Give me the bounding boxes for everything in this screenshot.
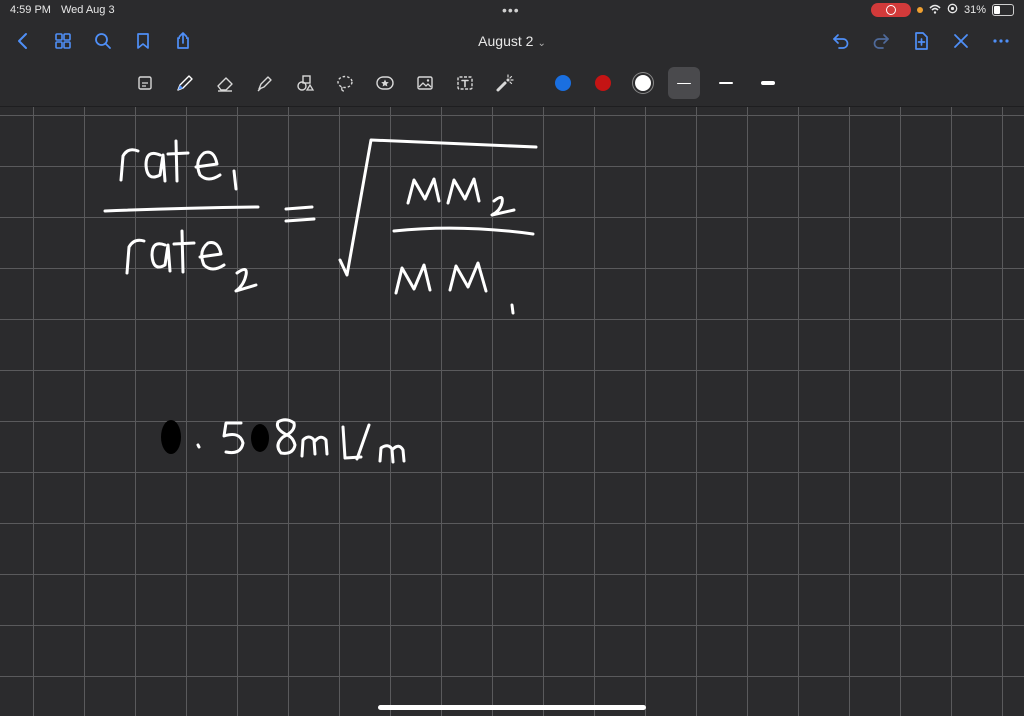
stroke-thin-option[interactable] — [668, 67, 700, 99]
stroke-preview — [677, 82, 691, 84]
handwriting-equals — [284, 205, 316, 223]
battery-level — [994, 6, 1000, 14]
handwriting-value — [161, 418, 406, 464]
battery-percent: 31% — [963, 4, 986, 16]
stroke-thick-option[interactable] — [752, 67, 784, 99]
handwriting-mm1 — [394, 261, 515, 315]
status-bar: 4:59 PM Wed Aug 3 ••• 31% — [0, 0, 1024, 22]
color-dot — [595, 75, 611, 91]
image-icon[interactable] — [410, 68, 440, 98]
handwriting-rate1 — [119, 139, 238, 191]
orientation-lock-icon — [947, 3, 958, 17]
lasso-icon[interactable] — [330, 68, 360, 98]
toolbar-tools — [130, 67, 784, 99]
laser-pointer-icon[interactable] — [490, 68, 520, 98]
status-date: Wed Aug 3 — [60, 4, 115, 16]
nav-bar: August 2 ⌄ — [0, 22, 1024, 62]
pen-icon[interactable] — [170, 68, 200, 98]
more-icon[interactable] — [988, 28, 1014, 54]
screen-recording-icon[interactable] — [870, 3, 911, 17]
document-title: August 2 — [478, 33, 534, 49]
status-left: 4:59 PM Wed Aug 3 — [10, 4, 115, 16]
multitasking-dots-icon[interactable]: ••• — [502, 2, 520, 18]
stroke-medium-option[interactable] — [710, 67, 742, 99]
shapes-icon[interactable] — [290, 68, 320, 98]
stroke-preview — [719, 82, 733, 84]
handwriting-layer — [103, 138, 538, 464]
stroke-preview — [761, 81, 775, 85]
status-time: 4:59 PM — [10, 4, 51, 16]
handwriting-inner-fraction-bar — [392, 226, 535, 236]
sticker-icon[interactable] — [370, 68, 400, 98]
wifi-icon — [929, 4, 941, 17]
read-mode-icon[interactable] — [130, 68, 160, 98]
close-icon[interactable] — [948, 28, 974, 54]
drawing-toolbar — [0, 62, 1024, 107]
battery-icon — [992, 4, 1014, 16]
color-swatch-white[interactable] — [628, 68, 658, 98]
color-swatch-red[interactable] — [588, 68, 618, 98]
handwriting-mm2 — [406, 177, 516, 217]
status-right: 31% — [870, 3, 1014, 17]
chevron-down-icon: ⌄ — [537, 38, 546, 49]
nav-right-group — [828, 28, 1014, 54]
handwriting-sqrt — [338, 138, 538, 277]
color-dot — [635, 75, 651, 91]
undo-icon[interactable] — [828, 28, 854, 54]
redo-icon[interactable] — [868, 28, 894, 54]
add-page-icon[interactable] — [908, 28, 934, 54]
highlighter-icon[interactable] — [250, 68, 280, 98]
home-indicator[interactable] — [378, 705, 646, 710]
text-icon[interactable] — [450, 68, 480, 98]
color-swatch-blue[interactable] — [548, 68, 578, 98]
eraser-icon[interactable] — [210, 68, 240, 98]
handwriting-rate2 — [125, 229, 258, 293]
color-dot — [555, 75, 571, 91]
mic-indicator-icon — [916, 7, 923, 13]
note-canvas[interactable] — [0, 107, 1024, 716]
handwriting-fraction-bar — [103, 205, 260, 213]
